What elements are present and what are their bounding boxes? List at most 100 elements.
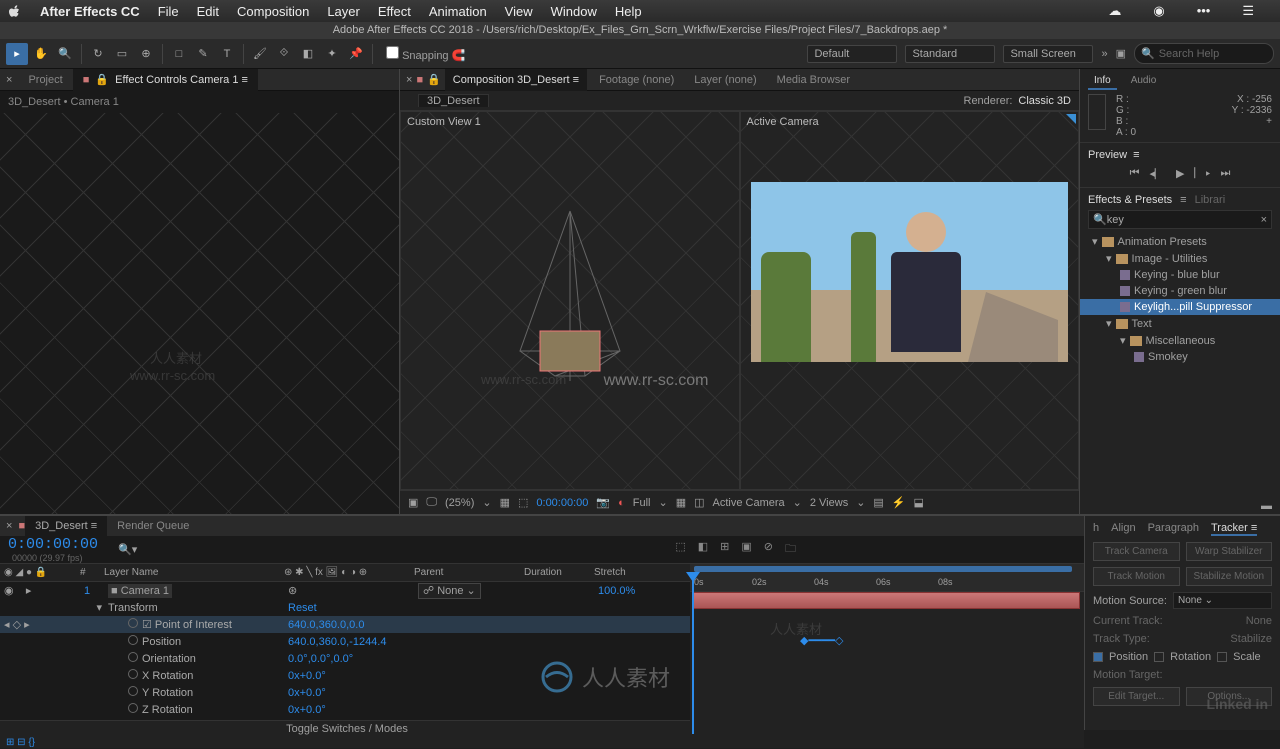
camera-tool[interactable]: ▭ bbox=[111, 43, 133, 65]
time-ruler[interactable]: 0s 02s 04s 06s 08s bbox=[690, 574, 1084, 592]
magnify-icon[interactable]: ▣ bbox=[408, 496, 418, 509]
cam-chevron-icon[interactable]: ⌄ bbox=[793, 496, 802, 509]
brush-tool[interactable]: 🖌 bbox=[249, 43, 271, 65]
tl-icon[interactable]: ⊞ bbox=[720, 540, 729, 559]
eraser-tool[interactable]: ◧ bbox=[297, 43, 319, 65]
viewport-right[interactable]: Active Camera bbox=[740, 111, 1080, 490]
effects-search[interactable]: 🔍 × bbox=[1088, 210, 1272, 229]
puppet-tool[interactable]: 📌 bbox=[345, 43, 367, 65]
snapping-checkbox[interactable] bbox=[386, 46, 399, 59]
work-area-bar[interactable] bbox=[694, 566, 1072, 572]
play-icon[interactable]: ▶ bbox=[1176, 167, 1184, 181]
tab-effects-presets[interactable]: Effects & Presets bbox=[1088, 194, 1172, 206]
stabilize-motion-button[interactable]: Stabilize Motion bbox=[1186, 567, 1273, 586]
tab-align[interactable]: Align bbox=[1111, 522, 1135, 536]
tl-search-icon[interactable]: 🔍▾ bbox=[118, 543, 137, 556]
tab-audio[interactable]: Audio bbox=[1125, 73, 1163, 90]
cc-sync-icon[interactable]: ☁ bbox=[1108, 3, 1121, 19]
views-chevron-icon[interactable]: ⌄ bbox=[856, 496, 865, 509]
stretch-value[interactable]: 100.0% bbox=[598, 585, 635, 597]
resolution-combo[interactable]: Full bbox=[633, 497, 651, 509]
camera-combo[interactable]: Active Camera bbox=[713, 497, 785, 509]
track-camera-button[interactable]: Track Camera bbox=[1093, 542, 1180, 561]
menu-more-icon[interactable]: ••• bbox=[1197, 3, 1211, 19]
close-tab-icon[interactable]: × bbox=[0, 520, 18, 532]
motion-source-select[interactable]: None ⌄ bbox=[1173, 592, 1272, 609]
zoom-tool[interactable]: 🔍 bbox=[54, 43, 76, 65]
tab-info[interactable]: Info bbox=[1088, 73, 1117, 90]
resolution-icon[interactable]: ▦ bbox=[500, 496, 510, 509]
tab-paragraph[interactable]: Paragraph bbox=[1148, 522, 1199, 536]
warp-stabilizer-button[interactable]: Warp Stabilizer bbox=[1186, 542, 1273, 561]
edit-target-button[interactable]: Edit Target... bbox=[1093, 687, 1180, 706]
pan-behind-tool[interactable]: ⊕ bbox=[135, 43, 157, 65]
shape-tool[interactable]: □ bbox=[168, 43, 190, 65]
tl-icon[interactable]: 🗀 bbox=[785, 540, 796, 559]
menu-composition[interactable]: Composition bbox=[237, 4, 309, 19]
menu-animation[interactable]: Animation bbox=[429, 4, 487, 19]
playhead[interactable] bbox=[692, 574, 694, 734]
tl-icon[interactable]: ⊘ bbox=[764, 540, 773, 559]
views-combo[interactable]: 2 Views bbox=[810, 497, 848, 509]
first-frame-icon[interactable]: ⏮ bbox=[1130, 167, 1140, 181]
clear-search-icon[interactable]: × bbox=[1261, 214, 1267, 226]
search-help-field[interactable]: 🔍 Search Help bbox=[1134, 43, 1274, 64]
workspace-overflow-icon[interactable]: » bbox=[1101, 48, 1107, 60]
tl-tab-comp[interactable]: 3D_Desert ≡ bbox=[25, 516, 107, 536]
tab-composition[interactable]: Composition 3D_Desert ≡ bbox=[445, 69, 587, 91]
close-tab-icon[interactable]: × bbox=[0, 74, 18, 86]
renderer-value[interactable]: Classic 3D bbox=[1018, 95, 1071, 107]
ep-item-animation-presets[interactable]: ▾Animation Presets bbox=[1080, 233, 1280, 250]
current-time[interactable]: 0:00:00:00 bbox=[536, 497, 588, 509]
workspace-standard[interactable]: Standard bbox=[905, 45, 995, 63]
channel-icon[interactable]: ◐ bbox=[618, 497, 625, 509]
menu-list-icon[interactable]: ☰ bbox=[1242, 3, 1254, 19]
lock-icon[interactable]: 🔒 bbox=[427, 73, 441, 86]
subtab-3d-desert[interactable]: 3D_Desert bbox=[418, 94, 489, 107]
workspace-reset-icon[interactable]: ▣ bbox=[1116, 47, 1126, 60]
pen-tool[interactable]: ✎ bbox=[192, 43, 214, 65]
ep-item-miscellaneous[interactable]: ▾Miscellaneous bbox=[1080, 332, 1280, 349]
tab-libraries[interactable]: Librari bbox=[1195, 194, 1226, 206]
layer-bar-camera[interactable] bbox=[692, 592, 1080, 609]
tl-icon[interactable]: ⬚ bbox=[675, 540, 685, 559]
mask-icon[interactable]: ◫ bbox=[694, 496, 704, 509]
menu-layer[interactable]: Layer bbox=[327, 4, 360, 19]
snapshot-icon[interactable]: 📷 bbox=[596, 496, 610, 509]
track-motion-button[interactable]: Track Motion bbox=[1093, 567, 1180, 586]
workspace-default[interactable]: Default bbox=[807, 45, 897, 63]
prev-frame-icon[interactable]: ◂⎸ bbox=[1150, 167, 1167, 181]
lock-icon[interactable]: 🔒 bbox=[95, 74, 109, 86]
tl-icon[interactable]: ◧ bbox=[698, 540, 708, 559]
tab-layer[interactable]: Layer (none) bbox=[686, 74, 764, 86]
viewport-left[interactable]: Custom View 1 www.rr-sc.com www.rr-sc.co… bbox=[400, 111, 740, 490]
tl-tab-render[interactable]: Render Queue bbox=[107, 520, 199, 532]
menu-file[interactable]: File bbox=[158, 4, 179, 19]
ep-item-smokey[interactable]: Smokey bbox=[1080, 349, 1280, 365]
toggle-switches[interactable]: Toggle Switches / Modes bbox=[286, 723, 408, 735]
ep-item-text[interactable]: ▾Text bbox=[1080, 315, 1280, 332]
panel-menu-icon[interactable]: ▬ bbox=[1080, 498, 1280, 514]
fast-preview-icon[interactable]: ⚡ bbox=[892, 496, 906, 509]
keyframe-marker[interactable]: ◆━━━━◇ bbox=[800, 634, 843, 647]
tab-tracker[interactable]: Tracker ≡ bbox=[1211, 522, 1257, 536]
reset-link[interactable]: Reset bbox=[288, 602, 317, 614]
effects-search-input[interactable] bbox=[1107, 214, 1261, 226]
rotation-checkbox[interactable] bbox=[1154, 652, 1164, 662]
prop-row-position[interactable]: Position640.0,360.0,-1244.4 bbox=[0, 633, 690, 650]
close-tab-icon[interactable]: × bbox=[406, 74, 412, 86]
zoom-combo[interactable]: (25%) bbox=[445, 497, 474, 509]
orbit-tool[interactable]: ↻ bbox=[87, 43, 109, 65]
roto-tool[interactable]: ✦ bbox=[321, 43, 343, 65]
ep-item-keyligh-pill-suppressor[interactable]: Keyligh...pill Suppressor bbox=[1080, 299, 1280, 315]
timecode[interactable]: 0:00:00:00 bbox=[8, 536, 98, 553]
ep-item-keying-blue-blur[interactable]: Keying - blue blur bbox=[1080, 267, 1280, 283]
ep-item-image-utilities[interactable]: ▾Image - Utilities bbox=[1080, 250, 1280, 267]
apple-icon[interactable] bbox=[8, 3, 22, 19]
grid-icon[interactable]: ▦ bbox=[676, 496, 686, 509]
last-frame-icon[interactable]: ⏭ bbox=[1220, 167, 1230, 181]
workspace-small[interactable]: Small Screen bbox=[1003, 45, 1093, 63]
ep-item-keying-green-blur[interactable]: Keying - green blur bbox=[1080, 283, 1280, 299]
res-chevron-icon[interactable]: ⌄ bbox=[658, 496, 667, 509]
menu-view[interactable]: View bbox=[505, 4, 533, 19]
